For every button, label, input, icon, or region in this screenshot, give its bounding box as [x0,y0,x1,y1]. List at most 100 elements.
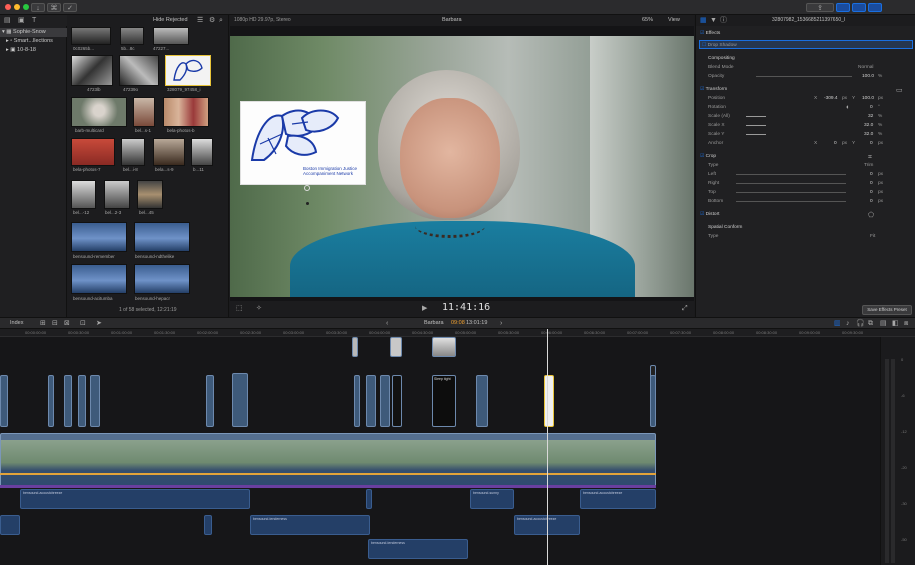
list-view-icon[interactable]: ☰ [197,16,203,25]
inspector-toggle-button[interactable] [868,3,882,12]
spatial-conform-type-row[interactable]: Type Fit [696,232,915,241]
scale-y-row[interactable]: Scale Y 32.0% [696,130,915,139]
audio-clip[interactable]: bensound-tenderness [250,515,370,535]
view-dropdown[interactable]: View [668,17,680,23]
broll-clip[interactable] [90,375,100,427]
effects-section[interactable]: ☑ Effects [696,29,915,38]
clip-thumbnail[interactable] [104,180,130,209]
broll-clip[interactable] [64,375,72,427]
clip-thumbnail[interactable] [119,55,159,86]
crop-bottom-row[interactable]: Bottom 0 px [696,197,915,206]
rotation-row[interactable]: Rotation ◐ 0 ° [696,103,915,112]
opacity-row[interactable]: Opacity 100.0% [696,72,915,81]
enhance-icon[interactable]: ✧ [256,304,262,313]
transform-handle-icon[interactable] [304,185,310,191]
history-forward-icon[interactable]: › [500,319,502,328]
audio-clip[interactable] [204,515,212,535]
video-frame[interactable]: Boston Immigration Justice Accompaniment… [230,36,694,297]
transform-tool-icon[interactable]: ⬚ [236,304,243,313]
broll-clip[interactable] [48,375,54,427]
clip-thumbnail[interactable] [120,27,144,45]
broll-clip[interactable] [0,375,8,427]
titles-icon[interactable]: T [32,16,36,25]
audio-clip[interactable] [0,515,20,535]
blend-mode-row[interactable]: Blend Mode Normal [696,63,915,72]
clip-thumbnail[interactable] [71,55,113,86]
timeline-toggle-button[interactable] [852,3,866,12]
close-window-button[interactable] [5,4,11,10]
viewer-timecode[interactable]: 11:41:16 [442,302,490,313]
connect-clip-icon[interactable]: ⊡ [80,319,86,328]
sidebar-item-smart-collections[interactable]: ▸ ▫ Smart...llections [0,37,67,46]
clip-thumbnail-interview[interactable] [71,97,127,127]
scale-x-row[interactable]: Scale X 32.0% [696,121,915,130]
timeline-tracks[interactable]: Sleep tight bensound-acoustcbreeze benso… [0,329,880,565]
settings-icon[interactable]: ⚙ [209,16,215,25]
broll-clip[interactable]: Sleep tight [432,375,456,427]
anchor-row[interactable]: Anchor X 0 px Y 0 px [696,139,915,148]
effects-browser-icon[interactable]: ◧ [892,319,899,328]
scale-all-row[interactable]: Scale (All) 32% [696,112,915,121]
headphones-icon[interactable]: 🎧 [856,319,865,328]
zoom-dropdown[interactable]: 65% [642,17,653,23]
audio-clip-thumbnail[interactable] [134,222,190,252]
compositing-section[interactable]: Compositing [696,54,915,63]
broll-clip[interactable] [392,375,402,427]
crop-section[interactable]: ☑ Crop ⌗ [696,152,915,161]
skimming-icon[interactable]: ▥ [834,319,841,328]
audio-skimming-icon[interactable]: ♪ [846,319,850,328]
crop-right-row[interactable]: Right 0 px [696,179,915,188]
save-effects-preset-button[interactable]: Save Effects Preset [862,305,912,315]
sidebar-item-library[interactable]: ▾ ▦ Sophie-Snow [0,28,67,37]
broll-clip[interactable] [354,375,360,427]
clip-thumbnail[interactable] [191,138,213,166]
playhead[interactable] [547,329,548,565]
minimize-window-button[interactable] [14,4,20,10]
logo-overlay[interactable]: Boston Immigration Justice Accompaniment… [240,101,366,185]
broll-clip[interactable] [380,375,390,427]
primary-storyline[interactable] [0,433,656,487]
insert-clip-icon[interactable]: ⊟ [52,319,58,328]
clip-thumbnail[interactable] [71,180,96,209]
snapping-icon[interactable]: ⧉ [868,319,873,328]
clip-thumbnail[interactable] [71,27,111,45]
select-tool-icon[interactable]: ➤ [96,319,102,328]
clip-thumbnail[interactable] [163,97,209,127]
audio-clip-thumbnail[interactable] [134,264,190,294]
audio-clip[interactable] [366,489,372,509]
clip-thumbnail[interactable] [71,138,115,166]
connected-clip[interactable] [432,337,456,357]
logo-clip-selected[interactable] [544,375,554,427]
search-icon[interactable]: ⌕ [219,16,223,25]
share-icon[interactable]: ⇪ [806,3,834,12]
broll-clip[interactable] [476,375,488,427]
clip-thumbnail[interactable] [121,138,145,166]
broll-clip[interactable] [366,375,376,427]
video-inspector-icon[interactable]: ▦ [700,16,707,25]
crop-top-row[interactable]: Top 0 px [696,188,915,197]
download-icon[interactable]: ↓ [31,3,45,12]
audio-clip-thumbnail[interactable] [71,264,127,294]
distort-section[interactable]: ☑ Distort ⬠ [696,210,915,219]
rotation-dial-icon[interactable]: ◐ [846,103,850,112]
transform-section[interactable]: ☑ Transform ▭ [696,85,915,94]
library-icon[interactable]: ▤ [4,16,11,25]
color-inspector-icon[interactable]: ▼ [710,16,717,25]
connected-clip[interactable] [352,337,358,357]
anchor-point-icon[interactable] [306,202,309,205]
spatial-conform-section[interactable]: Spatial Conform [696,223,915,232]
filter-dropdown[interactable]: Hide Rejected [153,17,188,23]
info-icon[interactable]: ⓘ [720,16,727,25]
index-button[interactable]: Index [10,320,23,326]
broll-clip[interactable] [232,373,248,427]
check-icon[interactable]: ✓ [63,3,77,12]
crop-left-row[interactable]: Left 0 px [696,170,915,179]
broll-clip[interactable] [650,375,656,427]
transitions-browser-icon[interactable]: ⧈ [904,319,908,328]
audio-clip[interactable]: bensound-acoustcbreeze [20,489,250,509]
crop-type-row[interactable]: Type Trim [696,161,915,170]
broll-clip[interactable] [206,375,214,427]
play-icon[interactable]: ▶ [422,304,427,313]
append-clip-icon[interactable]: ⊞ [40,319,46,328]
fullscreen-icon[interactable]: ⤢ [682,304,688,313]
